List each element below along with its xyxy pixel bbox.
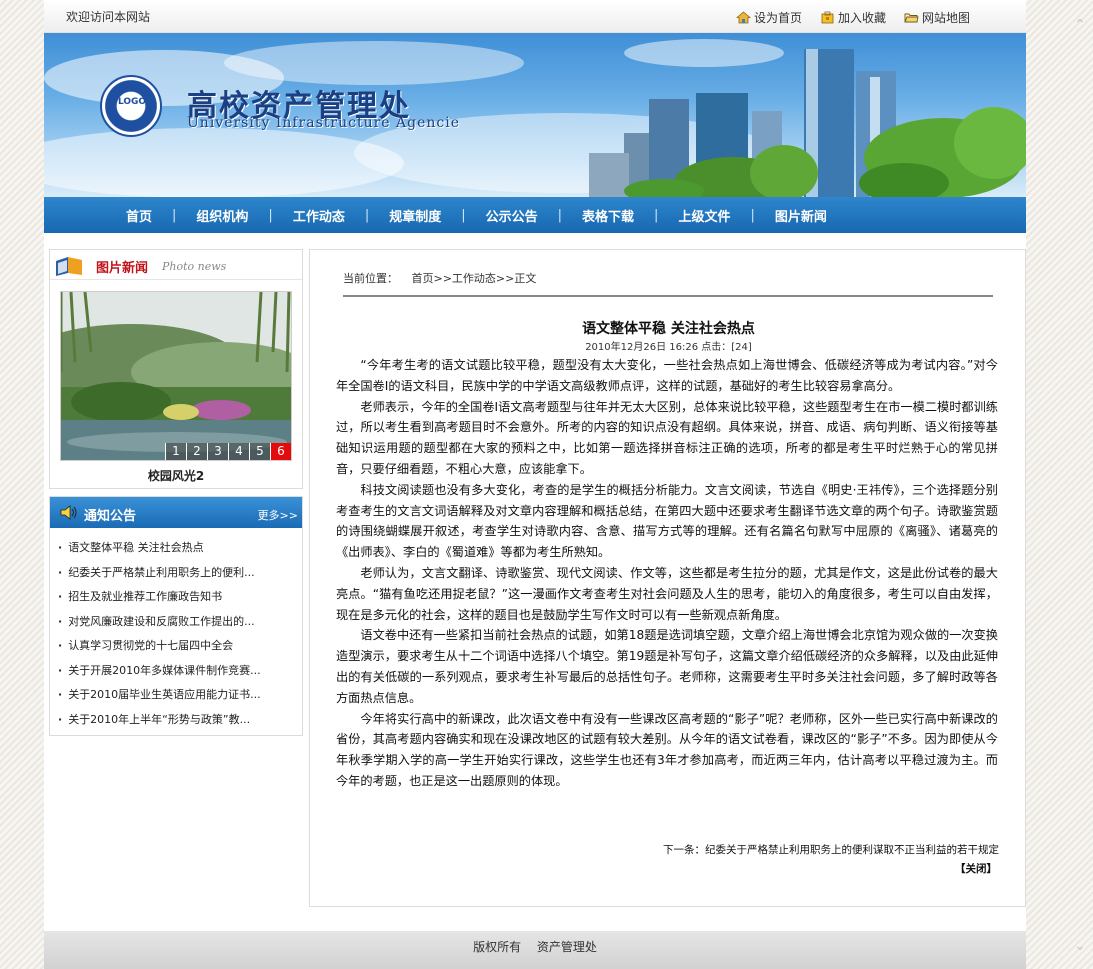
notice-item[interactable]: 关于2010年上半年“形势与政策”教...	[58, 708, 302, 733]
left-sidebar: 图片新闻 Photo news 1 2 3 4 5 6 校园风光2 通知公告 更…	[49, 249, 303, 736]
notice-more-link[interactable]: 更多>>	[258, 507, 298, 523]
sitemap-link[interactable]: 网站地图	[904, 9, 970, 26]
photo-news-header: 图片新闻 Photo news	[50, 250, 302, 280]
scroll-up-icon[interactable]: ⌃	[1073, 18, 1087, 32]
nav-photo-news[interactable]: 图片新闻	[755, 206, 847, 225]
top-links: 设为首页 加入收藏 网站地图	[735, 9, 970, 26]
article-paragraph: 今年将实行高中的新课改，此次语文卷中有没有一些课改区高考题的“影子”呢？老师称，…	[336, 711, 998, 788]
photo-news-title: 图片新闻	[96, 261, 149, 276]
article-paragraph: 科技文阅读题也没有多大变化，考查的是学生的概括分析能力。文言文阅读，节选自《明史…	[336, 482, 998, 560]
top-bar: 欢迎访问本网站 设为首页 加入收藏 网站地图	[44, 0, 1026, 33]
notice-item[interactable]: 语文整体平稳 关注社会热点	[58, 536, 302, 561]
vertical-scrollbar[interactable]: ⌃ ⌄	[1067, 0, 1093, 969]
photo-slideshow[interactable]: 1 2 3 4 5 6	[60, 291, 292, 461]
nav-organization[interactable]: 组织机构	[176, 206, 268, 225]
speaker-icon	[60, 505, 77, 520]
photo-news-box: 图片新闻 Photo news 1 2 3 4 5 6 校园风光2	[49, 249, 303, 489]
set-homepage-label: 设为首页	[753, 11, 802, 25]
footer-copyright: 版权所有	[473, 940, 522, 954]
welcome-text: 欢迎访问本网站	[66, 10, 151, 24]
nav-work-news[interactable]: 工作动态	[273, 206, 365, 225]
sitemap-label: 网站地图	[921, 11, 970, 25]
notice-list: 语文整体平稳 关注社会热点 纪委关于严格禁止利用职务上的便利... 招生及就业推…	[50, 528, 302, 732]
pager-page-4[interactable]: 4	[228, 443, 249, 460]
main-nav: 首页 | 组织机构 | 工作动态 | 规章制度 | 公示公告 | 表格下载 | …	[44, 197, 1026, 233]
notice-header: 通知公告 更多>>	[50, 497, 302, 528]
divider	[343, 295, 993, 297]
add-favorite-label: 加入收藏	[837, 11, 886, 25]
article-paragraph: 老师表示，今年的全国卷Ⅰ语文高考题型与往年并无太大区别，总体来说比较平稳，这些题…	[336, 399, 998, 476]
site-subtitle: University Infrastructure Agencie	[187, 115, 461, 131]
notice-item[interactable]: 认真学习贯彻党的十七届四中全会	[58, 634, 302, 659]
set-homepage-link[interactable]: 设为首页	[735, 9, 802, 26]
campus-photo	[61, 292, 291, 460]
article-paragraph: 老师认为，文言文翻译、诗歌鉴赏、现代文阅读、作文等，这些都是考生拉分的题，尤其是…	[336, 565, 998, 622]
pager-page-3[interactable]: 3	[207, 443, 228, 460]
footer: 版权所有 资产管理处	[44, 931, 1026, 969]
logo-label: LOGO	[117, 97, 147, 107]
nav-regulations[interactable]: 规章制度	[369, 206, 461, 225]
article-paragraph: “今年考生考的语文试题比较平稳，题型没有太大变化，一些社会热点如上海世博会、低碳…	[336, 358, 998, 393]
article-body: “今年考生考的语文试题比较平稳，题型没有太大变化，一些社会热点如上海世博会、低碳…	[336, 355, 998, 792]
nav-downloads[interactable]: 表格下载	[562, 206, 654, 225]
article-meta: 2010年12月26日 16:26 点击：[24]	[585, 342, 752, 353]
pager-page-2[interactable]: 2	[186, 443, 207, 460]
slideshow-pager: 1 2 3 4 5 6	[165, 443, 291, 460]
close-button[interactable]: 【关闭】	[955, 861, 997, 876]
breadcrumb-path[interactable]: 首页>>工作动态>>正文	[412, 272, 537, 285]
nav-superior-documents[interactable]: 上级文件	[658, 206, 750, 225]
article-panel: 当前位置： 首页>>工作动态>>正文 语文整体平稳 关注社会热点 2010年12…	[309, 249, 1026, 907]
header-banner: LOGO 高校资产管理处 University Infrastructure A…	[44, 33, 1026, 197]
notice-item[interactable]: 纪委关于严格禁止利用职务上的便利...	[58, 561, 302, 586]
notice-box: 通知公告 更多>> 语文整体平稳 关注社会热点 纪委关于严格禁止利用职务上的便利…	[49, 496, 303, 736]
pager-page-1[interactable]: 1	[165, 443, 186, 460]
book-icon	[56, 257, 82, 276]
photo-caption[interactable]: 校园风光2	[50, 467, 302, 484]
footer-owner: 资产管理处	[536, 940, 597, 954]
next-article-link[interactable]: 下一条：纪委关于严格禁止利用职务上的便利谋取不正当利益的若干规定	[663, 842, 999, 857]
breadcrumb: 当前位置： 首页>>工作动态>>正文	[343, 270, 546, 286]
nav-announcements[interactable]: 公示公告	[466, 206, 558, 225]
favorite-icon	[821, 11, 834, 24]
article-title: 语文整体平稳 关注社会热点	[582, 321, 755, 337]
notice-item[interactable]: 招生及就业推荐工作廉政告知书	[58, 585, 302, 610]
scroll-down-icon[interactable]: ⌄	[1073, 939, 1087, 953]
add-favorite-link[interactable]: 加入收藏	[820, 9, 886, 26]
home-icon	[735, 11, 751, 24]
article-paragraph: 语文卷中还有一些紧扣当前社会热点的试题，如第18题是选词填空题，文章介绍上海世博…	[336, 628, 998, 705]
notice-title: 通知公告	[84, 509, 137, 524]
page-container: 欢迎访问本网站 设为首页 加入收藏 网站地图 LOGO 高校资产管理处 Univ…	[44, 0, 1026, 969]
notice-item[interactable]: 关于2010届毕业生英语应用能力证书...	[58, 683, 302, 708]
notice-item[interactable]: 关于开展2010年多媒体课件制作竞赛...	[58, 659, 302, 684]
breadcrumb-label: 当前位置：	[343, 272, 398, 285]
nav-home[interactable]: 首页	[106, 206, 172, 225]
pager-page-5[interactable]: 5	[249, 443, 270, 460]
notice-item[interactable]: 对党风廉政建设和反腐败工作提出的...	[58, 610, 302, 635]
pager-page-6[interactable]: 6	[270, 443, 291, 460]
folder-icon	[904, 13, 919, 23]
photo-news-title-en: Photo news	[162, 260, 227, 273]
